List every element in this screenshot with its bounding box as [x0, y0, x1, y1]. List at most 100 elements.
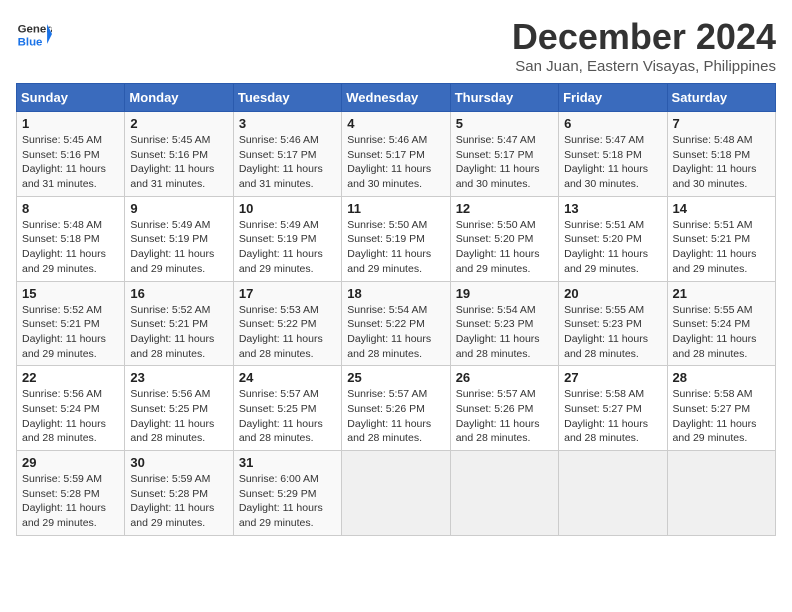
day-info: Sunrise: 5:59 AM Sunset: 5:28 PM Dayligh…	[22, 472, 119, 531]
table-row: 14 Sunrise: 5:51 AM Sunset: 5:21 PM Dayli…	[667, 196, 775, 281]
day-number: 1	[22, 116, 119, 131]
day-info: Sunrise: 5:57 AM Sunset: 5:26 PM Dayligh…	[456, 387, 553, 446]
day-info: Sunrise: 5:48 AM Sunset: 5:18 PM Dayligh…	[673, 133, 770, 192]
logo-icon: General Blue	[16, 16, 52, 52]
table-row: 28Sunrise: 5:58 AM Sunset: 5:27 PM Dayli…	[667, 366, 775, 451]
day-info: Sunrise: 5:53 AM Sunset: 5:22 PM Dayligh…	[239, 303, 336, 362]
day-info: Sunrise: 5:57 AM Sunset: 5:25 PM Dayligh…	[239, 387, 336, 446]
title-area: December 2024 San Juan, Eastern Visayas,…	[512, 16, 776, 75]
day-number: 12	[456, 201, 553, 216]
day-info: Sunrise: 5:54 AM Sunset: 5:22 PM Dayligh…	[347, 303, 444, 362]
table-row: 19 Sunrise: 5:54 AM Sunset: 5:23 PM Dayli…	[450, 281, 558, 366]
day-number: 5	[456, 116, 553, 131]
table-row: 7 Sunrise: 5:48 AM Sunset: 5:18 PM Daylig…	[667, 112, 775, 197]
day-number: 15	[22, 286, 119, 301]
table-row: 6 Sunrise: 5:47 AM Sunset: 5:18 PM Daylig…	[559, 112, 667, 197]
day-info: Sunrise: 6:00 AM Sunset: 5:29 PM Dayligh…	[239, 472, 336, 531]
day-number: 22	[22, 370, 119, 385]
svg-text:General: General	[18, 23, 52, 35]
day-info: Sunrise: 5:51 AM Sunset: 5:21 PM Dayligh…	[673, 218, 770, 277]
day-info: Sunrise: 5:51 AM Sunset: 5:20 PM Dayligh…	[564, 218, 661, 277]
svg-text:Blue: Blue	[18, 36, 43, 48]
calendar-week-row: 22Sunrise: 5:56 AM Sunset: 5:24 PM Dayli…	[17, 366, 776, 451]
table-row	[450, 451, 558, 536]
calendar-table: Sunday Monday Tuesday Wednesday Thursday…	[16, 83, 776, 536]
table-row: 8Sunrise: 5:48 AM Sunset: 5:18 PM Daylig…	[17, 196, 125, 281]
page-header: General Blue December 2024 San Juan, Eas…	[16, 16, 776, 75]
location-title: San Juan, Eastern Visayas, Philippines	[512, 58, 776, 75]
table-row	[667, 451, 775, 536]
calendar-header-row: Sunday Monday Tuesday Wednesday Thursday…	[17, 84, 776, 112]
header-sunday: Sunday	[17, 84, 125, 112]
day-number: 8	[22, 201, 119, 216]
table-row: 26 Sunrise: 5:57 AM Sunset: 5:26 PM Dayli…	[450, 366, 558, 451]
day-number: 4	[347, 116, 444, 131]
table-row: 31Sunrise: 6:00 AM Sunset: 5:29 PM Dayli…	[233, 451, 341, 536]
table-row: 12 Sunrise: 5:50 AM Sunset: 5:20 PM Dayli…	[450, 196, 558, 281]
day-number: 23	[130, 370, 227, 385]
calendar-week-row: 29 Sunrise: 5:59 AM Sunset: 5:28 PM Dayli…	[17, 451, 776, 536]
day-number: 21	[673, 286, 770, 301]
day-number: 6	[564, 116, 661, 131]
day-info: Sunrise: 5:55 AM Sunset: 5:24 PM Dayligh…	[673, 303, 770, 362]
day-number: 2	[130, 116, 227, 131]
calendar-week-row: 15 Sunrise: 5:52 AM Sunset: 5:21 PM Dayli…	[17, 281, 776, 366]
table-row: 9Sunrise: 5:49 AM Sunset: 5:19 PM Daylig…	[125, 196, 233, 281]
day-info: Sunrise: 5:55 AM Sunset: 5:23 PM Dayligh…	[564, 303, 661, 362]
table-row: 23 Sunrise: 5:56 AM Sunset: 5:25 PM Dayli…	[125, 366, 233, 451]
table-row: 10Sunrise: 5:49 AM Sunset: 5:19 PM Dayli…	[233, 196, 341, 281]
table-row: 25Sunrise: 5:57 AM Sunset: 5:26 PM Dayli…	[342, 366, 450, 451]
day-number: 7	[673, 116, 770, 131]
table-row: 22Sunrise: 5:56 AM Sunset: 5:24 PM Dayli…	[17, 366, 125, 451]
day-info: Sunrise: 5:47 AM Sunset: 5:17 PM Dayligh…	[456, 133, 553, 192]
table-row: 3Sunrise: 5:46 AM Sunset: 5:17 PM Daylig…	[233, 112, 341, 197]
table-row	[342, 451, 450, 536]
day-number: 29	[22, 455, 119, 470]
day-number: 20	[564, 286, 661, 301]
table-row: 20 Sunrise: 5:55 AM Sunset: 5:23 PM Dayli…	[559, 281, 667, 366]
table-row: 11Sunrise: 5:50 AM Sunset: 5:19 PM Dayli…	[342, 196, 450, 281]
day-number: 27	[564, 370, 661, 385]
table-row: 15 Sunrise: 5:52 AM Sunset: 5:21 PM Dayli…	[17, 281, 125, 366]
day-info: Sunrise: 5:59 AM Sunset: 5:28 PM Dayligh…	[130, 472, 227, 531]
header-saturday: Saturday	[667, 84, 775, 112]
day-info: Sunrise: 5:56 AM Sunset: 5:25 PM Dayligh…	[130, 387, 227, 446]
table-row: 29 Sunrise: 5:59 AM Sunset: 5:28 PM Dayli…	[17, 451, 125, 536]
table-row: 24 Sunrise: 5:57 AM Sunset: 5:25 PM Dayli…	[233, 366, 341, 451]
day-info: Sunrise: 5:57 AM Sunset: 5:26 PM Dayligh…	[347, 387, 444, 446]
day-number: 13	[564, 201, 661, 216]
day-info: Sunrise: 5:50 AM Sunset: 5:20 PM Dayligh…	[456, 218, 553, 277]
day-info: Sunrise: 5:52 AM Sunset: 5:21 PM Dayligh…	[22, 303, 119, 362]
day-info: Sunrise: 5:54 AM Sunset: 5:23 PM Dayligh…	[456, 303, 553, 362]
table-row: 1Sunrise: 5:45 AM Sunset: 5:16 PM Daylig…	[17, 112, 125, 197]
table-row: 16Sunrise: 5:52 AM Sunset: 5:21 PM Dayli…	[125, 281, 233, 366]
table-row: 27Sunrise: 5:58 AM Sunset: 5:27 PM Dayli…	[559, 366, 667, 451]
logo: General Blue	[16, 16, 52, 52]
day-number: 11	[347, 201, 444, 216]
table-row	[559, 451, 667, 536]
day-number: 28	[673, 370, 770, 385]
month-title: December 2024	[512, 16, 776, 58]
day-number: 14	[673, 201, 770, 216]
day-number: 30	[130, 455, 227, 470]
day-number: 19	[456, 286, 553, 301]
header-tuesday: Tuesday	[233, 84, 341, 112]
header-wednesday: Wednesday	[342, 84, 450, 112]
table-row: 5 Sunrise: 5:47 AM Sunset: 5:17 PM Daylig…	[450, 112, 558, 197]
header-thursday: Thursday	[450, 84, 558, 112]
header-friday: Friday	[559, 84, 667, 112]
day-number: 17	[239, 286, 336, 301]
day-number: 9	[130, 201, 227, 216]
day-number: 26	[456, 370, 553, 385]
day-info: Sunrise: 5:52 AM Sunset: 5:21 PM Dayligh…	[130, 303, 227, 362]
header-monday: Monday	[125, 84, 233, 112]
day-info: Sunrise: 5:47 AM Sunset: 5:18 PM Dayligh…	[564, 133, 661, 192]
table-row: 13 Sunrise: 5:51 AM Sunset: 5:20 PM Dayli…	[559, 196, 667, 281]
table-row: 30 Sunrise: 5:59 AM Sunset: 5:28 PM Dayli…	[125, 451, 233, 536]
day-number: 24	[239, 370, 336, 385]
day-number: 3	[239, 116, 336, 131]
table-row: 18Sunrise: 5:54 AM Sunset: 5:22 PM Dayli…	[342, 281, 450, 366]
day-info: Sunrise: 5:46 AM Sunset: 5:17 PM Dayligh…	[347, 133, 444, 192]
calendar-week-row: 1Sunrise: 5:45 AM Sunset: 5:16 PM Daylig…	[17, 112, 776, 197]
day-info: Sunrise: 5:49 AM Sunset: 5:19 PM Dayligh…	[239, 218, 336, 277]
